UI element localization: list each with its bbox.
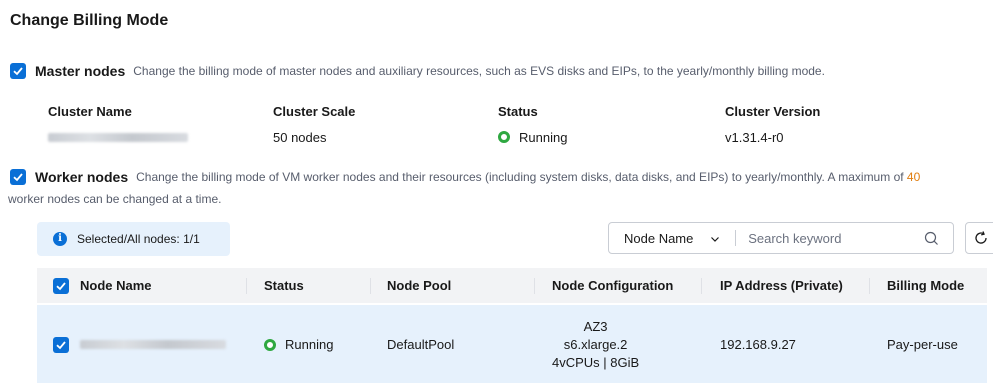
header-ip-address[interactable]: IP Address (Private) — [720, 268, 843, 303]
refresh-button[interactable] — [965, 222, 993, 254]
select-all-checkbox[interactable] — [53, 277, 69, 294]
column-divider — [869, 278, 870, 294]
column-divider — [246, 278, 247, 294]
cluster-status-value: Running — [519, 129, 568, 145]
column-divider — [534, 278, 535, 294]
cluster-scale-label: Cluster Scale — [273, 104, 356, 119]
table-row[interactable]: Running DefaultPool AZ3 s6.xlarge.2 4vCP… — [37, 305, 987, 383]
node-ip-address: 192.168.9.27 — [720, 337, 796, 352]
info-icon: i — [53, 232, 67, 246]
nodes-table: Node Name Status Node Pool Node Configur… — [37, 268, 987, 383]
check-icon — [56, 281, 66, 290]
search-filter-label: Node Name — [624, 230, 694, 246]
status-label: Status — [498, 104, 538, 119]
master-nodes-checkbox[interactable] — [10, 63, 26, 79]
node-az: AZ3 — [583, 319, 608, 334]
node-billing-mode: Pay-per-use — [887, 337, 958, 352]
search-bar: Node Name — [608, 222, 954, 254]
worker-nodes-description-cont: worker nodes can be changed at a time. — [8, 192, 222, 206]
node-status: Running — [285, 337, 334, 352]
check-icon — [13, 67, 23, 76]
worker-nodes-checkbox[interactable] — [10, 169, 26, 185]
selection-summary: i Selected/All nodes: 1/1 — [37, 222, 230, 256]
worker-max-count: 40 — [906, 170, 921, 184]
running-status-icon — [264, 338, 276, 351]
master-nodes-section: Master nodes Change the billing mode of … — [10, 63, 825, 79]
check-icon — [13, 173, 23, 182]
check-icon — [56, 341, 66, 350]
row-checkbox[interactable] — [53, 337, 69, 353]
worker-nodes-title: Worker nodes — [35, 169, 129, 185]
header-billing-mode[interactable]: Billing Mode — [887, 268, 964, 303]
cluster-scale-value: 50 nodes — [273, 129, 327, 145]
worker-nodes-section: Worker nodes Change the billing mode of … — [8, 169, 990, 206]
table-header: Node Name Status Node Pool Node Configur… — [37, 268, 987, 303]
cluster-name-label: Cluster Name — [48, 104, 132, 119]
page-title: Change Billing Mode — [10, 12, 169, 29]
worker-nodes-description: Change the billing mode of VM worker nod… — [136, 170, 904, 184]
cluster-name-value-redacted — [48, 132, 188, 142]
header-node-configuration[interactable]: Node Configuration — [552, 268, 673, 303]
cluster-info: Cluster Name Cluster Scale 50 nodes Stat… — [48, 104, 848, 145]
header-node-pool[interactable]: Node Pool — [387, 268, 451, 303]
running-status-icon — [498, 131, 510, 143]
master-nodes-description: Change the billing mode of master nodes … — [133, 64, 825, 78]
node-flavor: s6.xlarge.2 — [563, 337, 628, 352]
master-nodes-title: Master nodes — [35, 63, 126, 79]
chevron-down-icon — [711, 237, 720, 242]
node-name-redacted — [80, 340, 226, 349]
node-pool: DefaultPool — [387, 337, 455, 352]
cluster-version-label: Cluster Version — [725, 104, 821, 119]
node-configuration: AZ3 s6.xlarge.2 4vCPUs | 8GiB — [552, 318, 639, 372]
search-input[interactable] — [736, 223, 925, 253]
column-divider — [370, 278, 371, 294]
header-node-name[interactable]: Node Name — [80, 268, 152, 303]
selection-summary-text: Selected/All nodes: 1/1 — [77, 232, 200, 246]
cluster-version-value: v1.31.4-r0 — [725, 129, 784, 145]
header-status[interactable]: Status — [264, 268, 304, 303]
node-specs: 4vCPUs | 8GiB — [552, 355, 640, 370]
refresh-icon — [975, 231, 987, 244]
search-filter-select[interactable]: Node Name — [609, 223, 735, 253]
search-icon[interactable] — [924, 223, 953, 253]
column-divider — [701, 278, 702, 294]
